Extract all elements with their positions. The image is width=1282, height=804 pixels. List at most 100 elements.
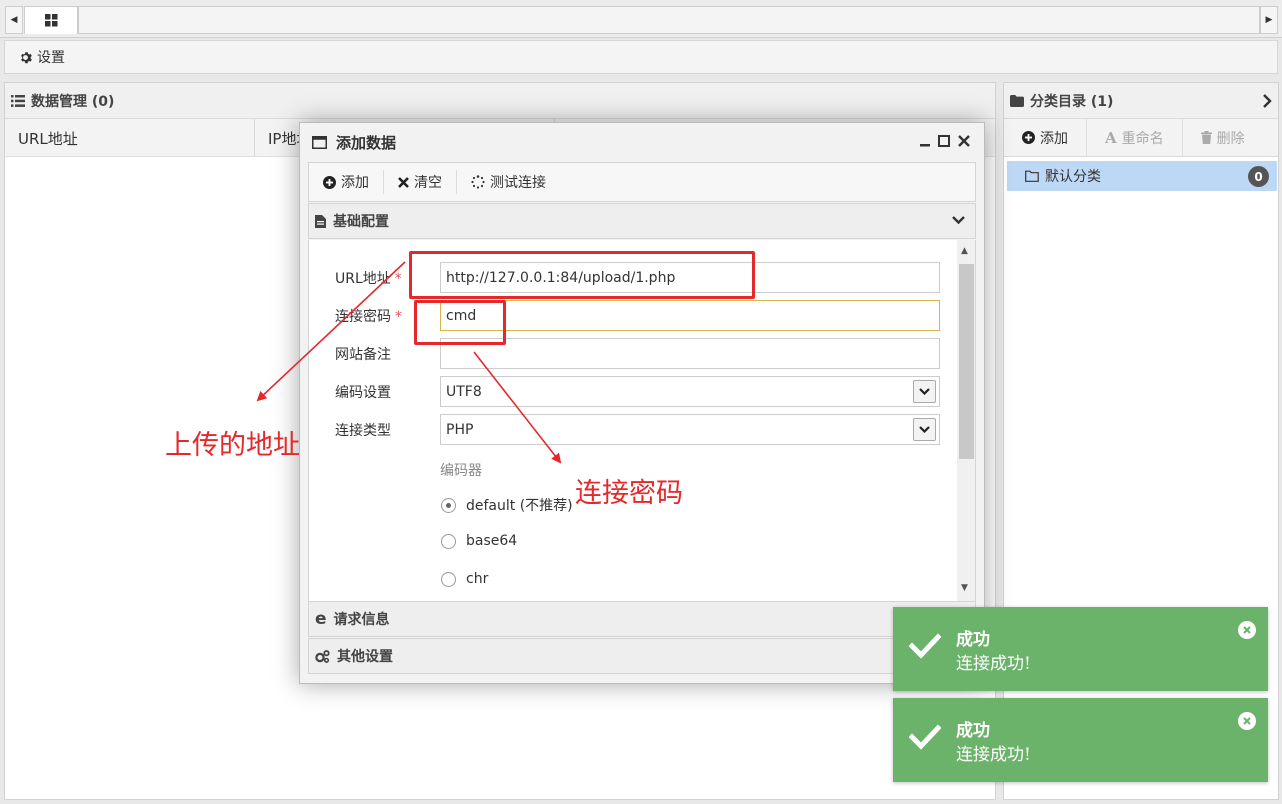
type-dropdown-button[interactable] — [913, 418, 936, 441]
radio-default[interactable] — [441, 497, 456, 513]
main-toolbar: 设置 — [4, 40, 1278, 74]
section-basic-config-label: 基础配置 — [333, 214, 389, 230]
scroll-up-icon[interactable]: ▲ — [961, 246, 968, 256]
dialog-clear-label: 清空 — [414, 175, 442, 191]
encoder-option-label: chr — [466, 571, 489, 587]
test-connection-button[interactable]: 测试连接 — [457, 170, 560, 194]
chevron-down-icon — [919, 388, 930, 395]
tab-strip — [78, 6, 1260, 34]
tab-scroll-right-button[interactable]: ▶ — [1260, 6, 1278, 34]
settings-label: 设置 — [37, 50, 65, 66]
dialog-toolbar: 添加 清空 测试连接 — [308, 162, 976, 202]
radio-chr[interactable] — [441, 571, 456, 587]
category-add-button[interactable]: 添加 — [1004, 118, 1087, 157]
dialog-title-bar[interactable]: 添加数据 — [300, 123, 984, 161]
annotation-connect-password: 连接密码 — [575, 478, 683, 509]
gears-icon — [315, 649, 330, 663]
category-toolbar: 添加 A 重命名 删除 — [1004, 118, 1278, 157]
radio-base64[interactable] — [441, 533, 456, 549]
chevron-down-icon — [952, 216, 965, 225]
trash-icon — [1200, 131, 1212, 144]
internet-explorer-icon: e — [315, 609, 327, 629]
plus-circle-icon — [1022, 131, 1035, 144]
folder-icon — [1010, 94, 1024, 107]
document-icon — [315, 214, 326, 228]
toast-title: 成功 — [956, 721, 990, 741]
toast-close-button[interactable] — [1238, 621, 1256, 639]
category-title: 分类目录 (1) — [1030, 93, 1114, 110]
check-icon — [909, 724, 941, 750]
encoder-option-default[interactable]: default (不推荐) — [441, 495, 573, 515]
dialog-clear-button[interactable]: 清空 — [384, 170, 457, 194]
list-icon — [11, 94, 25, 107]
close-icon — [1243, 717, 1251, 725]
settings-button[interactable]: 设置 — [19, 47, 65, 67]
chevron-right-icon[interactable] — [1262, 94, 1272, 108]
encoding-dropdown-button[interactable] — [913, 380, 936, 403]
font-icon: A — [1105, 128, 1117, 147]
category-header: 分类目录 (1) — [1004, 83, 1278, 119]
form-scrollbar[interactable]: ▲ ▼ — [957, 240, 975, 601]
success-toast[interactable]: 成功 连接成功! — [893, 607, 1268, 691]
password-label: 连接密码 * — [335, 309, 402, 325]
scroll-down-icon[interactable]: ▼ — [961, 583, 968, 593]
folder-open-icon — [1025, 170, 1039, 182]
note-input[interactable] — [440, 338, 940, 369]
dialog-add-label: 添加 — [341, 175, 369, 191]
category-add-label: 添加 — [1040, 130, 1068, 147]
add-data-dialog: 添加数据 添加 清空 测试连接 基础配置 URL地址 * http://127.0… — [299, 122, 985, 684]
tab-home[interactable] — [24, 6, 78, 34]
toast-message: 连接成功! — [956, 745, 1031, 765]
spinner-icon — [471, 175, 485, 189]
column-header-url[interactable]: URL地址 — [5, 119, 255, 157]
chevron-down-icon — [919, 426, 930, 433]
url-label: URL地址 * — [335, 271, 402, 287]
note-label: 网站备注 — [335, 347, 391, 363]
type-value: PHP — [446, 421, 474, 438]
type-label: 连接类型 — [335, 423, 391, 439]
encoding-select[interactable]: UTF8 — [440, 376, 940, 407]
encoder-option-chr[interactable]: chr — [441, 571, 488, 587]
toast-title: 成功 — [956, 630, 990, 650]
dialog-add-button[interactable]: 添加 — [309, 170, 384, 194]
close-icon[interactable] — [958, 135, 970, 147]
close-icon — [1243, 626, 1251, 634]
section-basic-config[interactable]: 基础配置 — [308, 203, 976, 239]
scrollbar-thumb[interactable] — [959, 264, 974, 459]
password-input[interactable]: cmd — [440, 300, 940, 331]
window-icon — [312, 135, 327, 149]
section-other-settings-label: 其他设置 — [337, 649, 393, 665]
encoder-option-base64[interactable]: base64 — [441, 533, 517, 549]
check-icon — [909, 633, 941, 659]
data-management-header: 数据管理 (0) — [5, 83, 995, 119]
data-management-title: 数据管理 (0) — [31, 93, 115, 110]
encoding-label: 编码设置 — [335, 385, 391, 401]
type-select[interactable]: PHP — [440, 414, 940, 445]
category-panel: 分类目录 (1) 添加 A 重命名 删除 默认分类 0 — [1003, 82, 1279, 800]
toast-message: 连接成功! — [956, 654, 1031, 674]
maximize-icon[interactable] — [938, 135, 950, 147]
tab-bar: ◀ ▶ — [0, 0, 1282, 38]
dialog-controls — [920, 135, 970, 147]
section-other-settings[interactable]: 其他设置 — [308, 638, 976, 674]
category-rename-label: 重命名 — [1121, 130, 1164, 147]
category-count-badge: 0 — [1248, 166, 1269, 187]
annotation-box-password — [414, 300, 506, 345]
minimize-icon[interactable] — [920, 135, 930, 147]
dialog-title: 添加数据 — [336, 133, 397, 152]
section-request-info[interactable]: e 请求信息 — [308, 601, 976, 637]
plus-circle-icon — [323, 175, 336, 189]
tab-scroll-left-button[interactable]: ◀ — [5, 6, 23, 34]
times-icon — [398, 176, 409, 188]
gear-icon — [21, 51, 32, 63]
category-item[interactable]: 默认分类 0 — [1007, 161, 1277, 191]
encoder-option-label: default (不推荐) — [466, 498, 573, 514]
category-rename-button[interactable]: A 重命名 — [1087, 118, 1183, 157]
section-request-info-label: 请求信息 — [333, 612, 390, 628]
category-delete-button[interactable]: 删除 — [1183, 119, 1263, 157]
category-delete-label: 删除 — [1216, 130, 1245, 147]
annotation-upload-address: 上传的地址 — [165, 430, 300, 461]
category-item-label: 默认分类 — [1045, 169, 1101, 185]
toast-close-button[interactable] — [1238, 712, 1256, 730]
success-toast[interactable]: 成功 连接成功! — [893, 698, 1268, 782]
